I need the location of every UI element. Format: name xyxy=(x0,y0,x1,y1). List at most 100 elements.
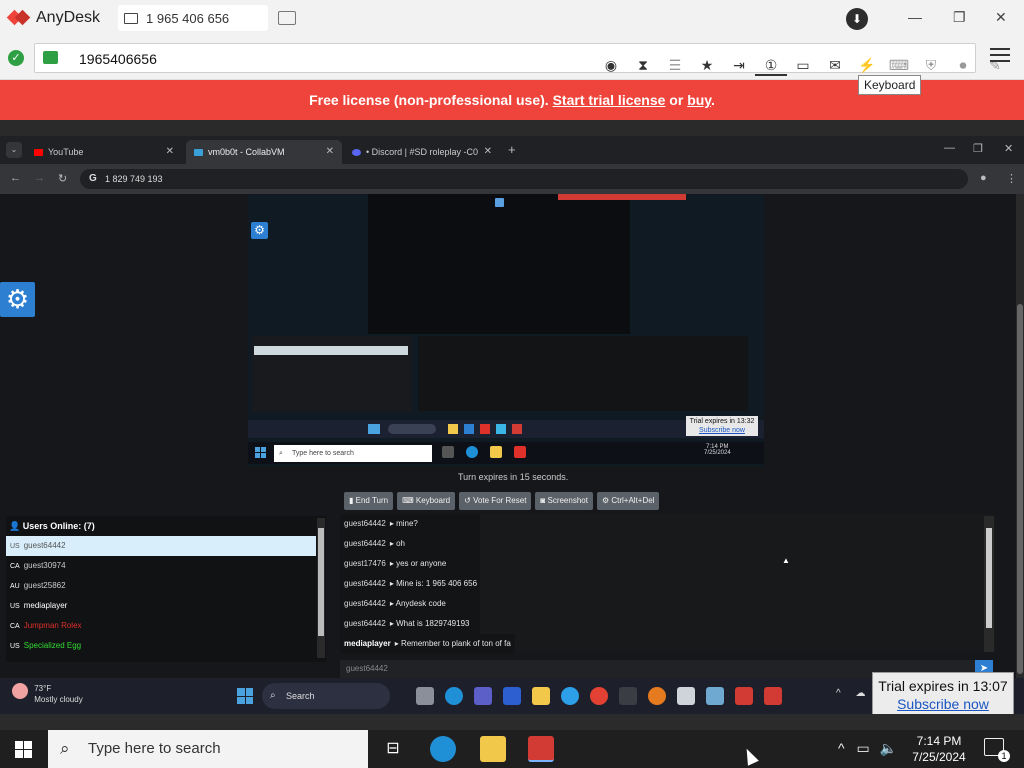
transfer-icon[interactable]: ⇥ xyxy=(723,54,755,76)
omnibox[interactable]: G 1 829 749 193 xyxy=(80,169,968,189)
profile-icon[interactable]: ● xyxy=(980,172,987,184)
close-tab-icon[interactable]: ✕ xyxy=(326,140,334,164)
taskview-icon[interactable]: ⊟ xyxy=(380,736,406,762)
blender-icon[interactable] xyxy=(648,687,666,705)
close-tab-icon[interactable]: ✕ xyxy=(484,140,492,164)
chrome-tab-strip: ⌄ YouTube ✕ vm0b0t - CollabVM ✕ • Discor… xyxy=(0,136,1024,164)
address-input[interactable]: 1965406656 ◉ ⧗ ☰ ★ ⇥ ① ▭ ✉ ⚡ ⌨ ⛨ ⏺ ✎ xyxy=(34,43,1001,76)
local-search-box[interactable]: ⌕ Type here to search xyxy=(48,730,368,768)
explorer-icon[interactable] xyxy=(532,687,550,705)
lightning-icon[interactable]: ⚡ xyxy=(851,54,883,76)
star-icon[interactable]: ★ xyxy=(691,54,723,76)
tab-youtube[interactable]: YouTube ✕ xyxy=(26,140,182,164)
tab-collabvm[interactable]: vm0b0t - CollabVM ✕ xyxy=(186,140,342,164)
new-tab-icon[interactable]: + xyxy=(508,142,516,157)
user-row[interactable]: AU guest25862 xyxy=(6,576,316,596)
chat-scrollbar[interactable] xyxy=(984,516,994,652)
subscribe-link[interactable]: Subscribe now xyxy=(873,695,1013,713)
nested-subscribe-link[interactable]: Subscribe now xyxy=(686,426,758,435)
vm-explorer-icon[interactable] xyxy=(490,446,502,458)
page-scrollbar[interactable] xyxy=(1016,194,1024,678)
vote-reset-button[interactable]: ↺ Vote For Reset xyxy=(459,492,532,510)
monitor-number-icon[interactable]: ① xyxy=(755,54,787,76)
vm-taskview-icon[interactable] xyxy=(442,446,454,458)
local-clock[interactable]: 7:14 PM 7/25/2024 xyxy=(908,733,970,765)
vm-edge-icon[interactable] xyxy=(466,446,478,458)
weather-widget[interactable]: 73°F Mostly cloudy xyxy=(12,683,83,705)
tab-search-icon[interactable]: ⌄ xyxy=(6,142,22,158)
chrome-restore-icon[interactable]: ❐ xyxy=(973,142,983,155)
remote-screen[interactable]: ⌄ YouTube ✕ vm0b0t - CollabVM ✕ • Discor… xyxy=(0,120,1024,730)
edge-icon[interactable] xyxy=(445,687,463,705)
restore-icon[interactable]: ❐ xyxy=(953,9,966,26)
end-turn-button[interactable]: ▮ End Turn xyxy=(344,492,394,510)
chat-user: guest64442 xyxy=(344,519,386,528)
chrome-close-icon[interactable]: ✕ xyxy=(1004,142,1013,155)
taskview-icon[interactable] xyxy=(416,687,434,705)
user-row[interactable]: CA Jumpman Rolex xyxy=(6,616,316,636)
tab-discord[interactable]: • Discord | #SD roleplay -C0 ✕ xyxy=(344,140,500,164)
minimize-icon[interactable]: — xyxy=(908,9,922,25)
vm-anydesk-icon[interactable] xyxy=(514,446,526,458)
ctrl-alt-del-button[interactable]: ⚙ Ctrl+Alt+Del xyxy=(596,492,660,510)
download-icon[interactable]: ⬇ xyxy=(846,8,868,30)
settings-gear-icon[interactable]: ⚙ xyxy=(0,282,35,317)
app-name: AnyDesk xyxy=(36,9,101,26)
nested-banner xyxy=(558,194,686,200)
buy-link[interactable]: buy xyxy=(687,92,711,108)
shield-icon[interactable]: ⛨ xyxy=(915,54,947,76)
chat-icon[interactable]: ✉ xyxy=(819,54,851,76)
vm-settings-icon[interactable]: ⚙ xyxy=(251,222,268,239)
remote-start-icon[interactable] xyxy=(237,688,253,704)
start-trial-link[interactable]: Start trial license xyxy=(553,92,666,108)
display-icon[interactable]: ▭ xyxy=(787,54,819,76)
teams-icon[interactable] xyxy=(474,687,492,705)
close-tab-icon[interactable]: ✕ xyxy=(166,140,174,164)
chevron-up-icon[interactable]: ^ xyxy=(836,688,841,699)
users-scrollbar[interactable] xyxy=(317,518,325,658)
remote-search-box[interactable]: ⌕ Search xyxy=(262,683,390,709)
database-icon[interactable]: ☰ xyxy=(659,54,691,76)
session-tab[interactable]: 1 965 406 656 xyxy=(118,5,269,31)
forward-icon[interactable]: → xyxy=(34,172,45,184)
chat-message: guest64442 ▸ oh xyxy=(340,534,480,554)
onedrive-icon[interactable]: ☁ xyxy=(855,688,865,699)
user-row[interactable]: US mediaplayer xyxy=(6,596,316,616)
volume-icon[interactable]: 🔈 xyxy=(880,740,897,756)
box-icon[interactable] xyxy=(677,687,695,705)
edge-icon[interactable] xyxy=(430,736,456,762)
network-icon[interactable]: ▭ xyxy=(856,740,869,756)
cortana-icon[interactable] xyxy=(561,687,579,705)
anydesk-icon[interactable] xyxy=(735,687,753,705)
view-icon[interactable]: ◉ xyxy=(595,54,627,76)
screenshot-button[interactable]: ◙ Screenshot xyxy=(535,492,593,510)
app-icon[interactable] xyxy=(706,687,724,705)
vm-start-icon[interactable] xyxy=(255,447,266,458)
notification-icon[interactable]: 1 xyxy=(984,738,1010,762)
anydesk-icon[interactable] xyxy=(764,687,782,705)
chrome-minimize-icon[interactable]: — xyxy=(944,142,955,154)
user-row[interactable]: CA guest30974 xyxy=(6,556,316,576)
hourglass-icon[interactable]: ⧗ xyxy=(627,54,659,76)
reload-icon[interactable]: ↻ xyxy=(58,172,67,185)
chat-text: mine? xyxy=(396,519,418,528)
keyboard-button[interactable]: ⌨ Keyboard xyxy=(397,492,456,510)
start-icon[interactable] xyxy=(15,741,32,758)
user-row[interactable]: US Specialized Egg xyxy=(6,636,316,656)
close-icon[interactable]: ✕ xyxy=(995,9,1007,26)
keyboard-icon[interactable]: ⌨ xyxy=(883,54,915,76)
vm-search-box[interactable]: ⌕ Type here to search xyxy=(274,445,432,462)
terminal-icon[interactable] xyxy=(619,687,637,705)
hamburger-menu-icon[interactable] xyxy=(990,48,1010,66)
chevron-up-icon[interactable]: ^ xyxy=(838,740,845,756)
new-session-icon[interactable] xyxy=(278,11,297,25)
user-row[interactable]: US guest64442 xyxy=(6,536,316,556)
chrome-menu-icon[interactable]: ⋮ xyxy=(1006,172,1017,185)
explorer-icon[interactable] xyxy=(480,736,506,762)
record-icon[interactable]: ⏺ xyxy=(947,54,979,76)
anydesk-icon[interactable] xyxy=(528,736,554,762)
l-app-icon[interactable] xyxy=(503,687,521,705)
vm-display[interactable]: ⚙ Trial expires in 13:32 Subscribe now ⌕… xyxy=(248,194,764,466)
chrome-icon[interactable] xyxy=(590,687,608,705)
back-icon[interactable]: ← xyxy=(10,172,21,184)
